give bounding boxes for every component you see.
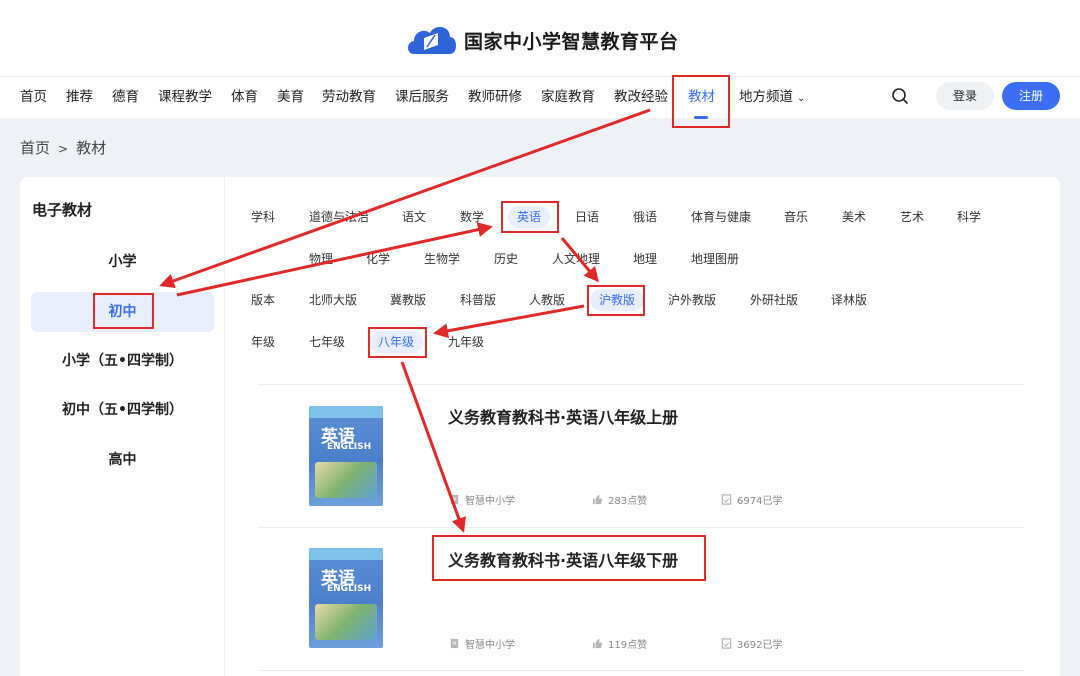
nav-teacher-training[interactable]: 教师研修 xyxy=(468,77,522,117)
subject-option[interactable]: 地理 xyxy=(624,248,666,270)
grade-label: 年级 xyxy=(251,335,276,349)
list-divider xyxy=(258,527,1024,528)
thumb-up-icon xyxy=(592,638,603,649)
nav-reform[interactable]: 教改经验 xyxy=(614,77,668,117)
subject-option[interactable]: 物理 xyxy=(300,248,342,270)
nav-recommend[interactable]: 推荐 xyxy=(66,77,93,117)
document-icon xyxy=(450,494,459,505)
list-divider xyxy=(258,384,1024,385)
register-button[interactable]: 注册 xyxy=(1002,82,1060,110)
header: 国家中小学智慧教育平台 首页 推荐 德育 课程教学 体育 美育 劳动教育 课后服… xyxy=(0,0,1080,119)
logo-cloud-icon xyxy=(408,27,456,54)
publisher-name: 智慧中小学 xyxy=(465,640,515,651)
subject-option[interactable]: 艺术 xyxy=(891,206,933,228)
book-learners: 3692已学 xyxy=(721,636,782,651)
edition-option[interactable]: 译林版 xyxy=(822,289,876,311)
subject-option[interactable]: 历史 xyxy=(485,248,527,270)
subject-option[interactable]: 音乐 xyxy=(775,206,817,228)
nav-local-label: 地方频道 xyxy=(739,89,793,105)
book-publisher: 智慧中小学 xyxy=(449,636,515,651)
subject-option[interactable]: 体育与健康 xyxy=(682,206,760,228)
cover-subtitle: ENGLISH xyxy=(327,442,372,452)
book-publisher: 智慧中小学 xyxy=(449,492,515,507)
nav-arts[interactable]: 美育 xyxy=(277,77,304,117)
learners-icon xyxy=(721,494,732,505)
nav-after-school[interactable]: 课后服务 xyxy=(395,77,449,117)
edition-option[interactable]: 外研社版 xyxy=(741,289,807,311)
site-logo[interactable]: 国家中小学智慧教育平台 xyxy=(404,20,679,60)
breadcrumb-home[interactable]: 首页 xyxy=(20,139,50,157)
grade-option[interactable]: 九年级 xyxy=(439,331,493,353)
publisher-name: 智慧中小学 xyxy=(465,496,515,507)
breadcrumb-current: 教材 xyxy=(76,139,107,157)
edition-option[interactable]: 冀教版 xyxy=(381,289,435,311)
nav-labor[interactable]: 劳动教育 xyxy=(322,77,376,117)
document-icon xyxy=(450,638,459,649)
subject-option[interactable]: 科学 xyxy=(948,206,990,228)
annotation-box-junior-high xyxy=(93,293,154,329)
subject-option[interactable]: 化学 xyxy=(357,248,399,270)
thumb-up-icon xyxy=(592,494,603,505)
edition-option[interactable]: 人教版 xyxy=(520,289,574,311)
cover-band xyxy=(309,406,383,418)
cover-subtitle: ENGLISH xyxy=(327,584,372,594)
sidebar-item-junior-high-54[interactable]: 初中（五•四学制） xyxy=(31,390,214,430)
subject-option[interactable]: 日语 xyxy=(566,206,608,228)
nav-sports[interactable]: 体育 xyxy=(231,77,258,117)
breadcrumb-separator: > xyxy=(58,142,69,156)
sidebar-item-senior-high[interactable]: 高中 xyxy=(31,440,214,480)
likes-count: 283点赞 xyxy=(608,496,648,507)
subject-option[interactable]: 美术 xyxy=(833,206,875,228)
grade-option[interactable]: 七年级 xyxy=(300,331,354,353)
subject-label: 学科 xyxy=(251,210,276,224)
annotation-box-book xyxy=(432,535,706,581)
site-title: 国家中小学智慧教育平台 xyxy=(464,30,679,53)
sidebar-item-primary[interactable]: 小学 xyxy=(31,242,214,282)
likes-count: 119点赞 xyxy=(608,640,648,651)
subject-option[interactable]: 语文 xyxy=(393,206,435,228)
nav-family[interactable]: 家庭教育 xyxy=(541,77,595,117)
subject-option[interactable]: 人文地理 xyxy=(543,248,609,270)
chevron-down-icon: ⌄ xyxy=(797,93,806,104)
edition-option[interactable]: 沪外教版 xyxy=(659,289,725,311)
cover-band xyxy=(309,548,383,560)
subject-option[interactable]: 俄语 xyxy=(624,206,666,228)
cover-illustration xyxy=(315,462,377,498)
nav-moral-education[interactable]: 德育 xyxy=(112,77,139,117)
book-likes[interactable]: 283点赞 xyxy=(592,492,647,507)
book-title[interactable]: 义务教育教科书·英语八年级上册 xyxy=(448,404,678,428)
subject-option[interactable]: 道德与法治 xyxy=(300,206,378,228)
main-nav: 首页 推荐 德育 课程教学 体育 美育 劳动教育 课后服务 教师研修 家庭教育 … xyxy=(0,76,1080,118)
nav-courses[interactable]: 课程教学 xyxy=(158,77,212,117)
list-divider xyxy=(258,670,1024,671)
edition-option[interactable]: 科普版 xyxy=(451,289,505,311)
edition-label: 版本 xyxy=(251,293,276,307)
book-likes[interactable]: 119点赞 xyxy=(592,636,647,651)
annotation-box-grade xyxy=(368,327,427,358)
learners-count: 6974已学 xyxy=(737,496,783,507)
edition-option[interactable]: 北师大版 xyxy=(300,289,366,311)
learners-icon xyxy=(721,638,732,649)
search-icon[interactable] xyxy=(890,86,910,106)
book-learners: 6974已学 xyxy=(721,492,782,507)
annotation-box-english xyxy=(501,201,559,233)
nav-home[interactable]: 首页 xyxy=(20,77,47,117)
annotation-box-edition xyxy=(587,285,645,316)
nav-local-channel[interactable]: 地方频道 ⌄ xyxy=(739,77,805,117)
sidebar-title: 电子教材 xyxy=(32,201,93,219)
breadcrumb: 首页 > 教材 xyxy=(20,137,106,158)
subject-option[interactable]: 地理图册 xyxy=(682,248,748,270)
subject-option[interactable]: 数学 xyxy=(451,206,493,228)
cover-illustration xyxy=(315,604,377,640)
sidebar: 电子教材 小学 初中 小学（五•四学制） 初中（五•四学制） 高中 xyxy=(20,177,224,676)
book-cover[interactable]: 英语 ENGLISH xyxy=(309,548,383,648)
book-cover[interactable]: 英语 ENGLISH xyxy=(309,406,383,506)
sidebar-item-primary-54[interactable]: 小学（五•四学制） xyxy=(31,341,214,381)
annotation-box-textbooks xyxy=(672,75,730,128)
learners-count: 3692已学 xyxy=(737,640,783,651)
login-button[interactable]: 登录 xyxy=(936,82,994,110)
subject-option[interactable]: 生物学 xyxy=(415,248,469,270)
